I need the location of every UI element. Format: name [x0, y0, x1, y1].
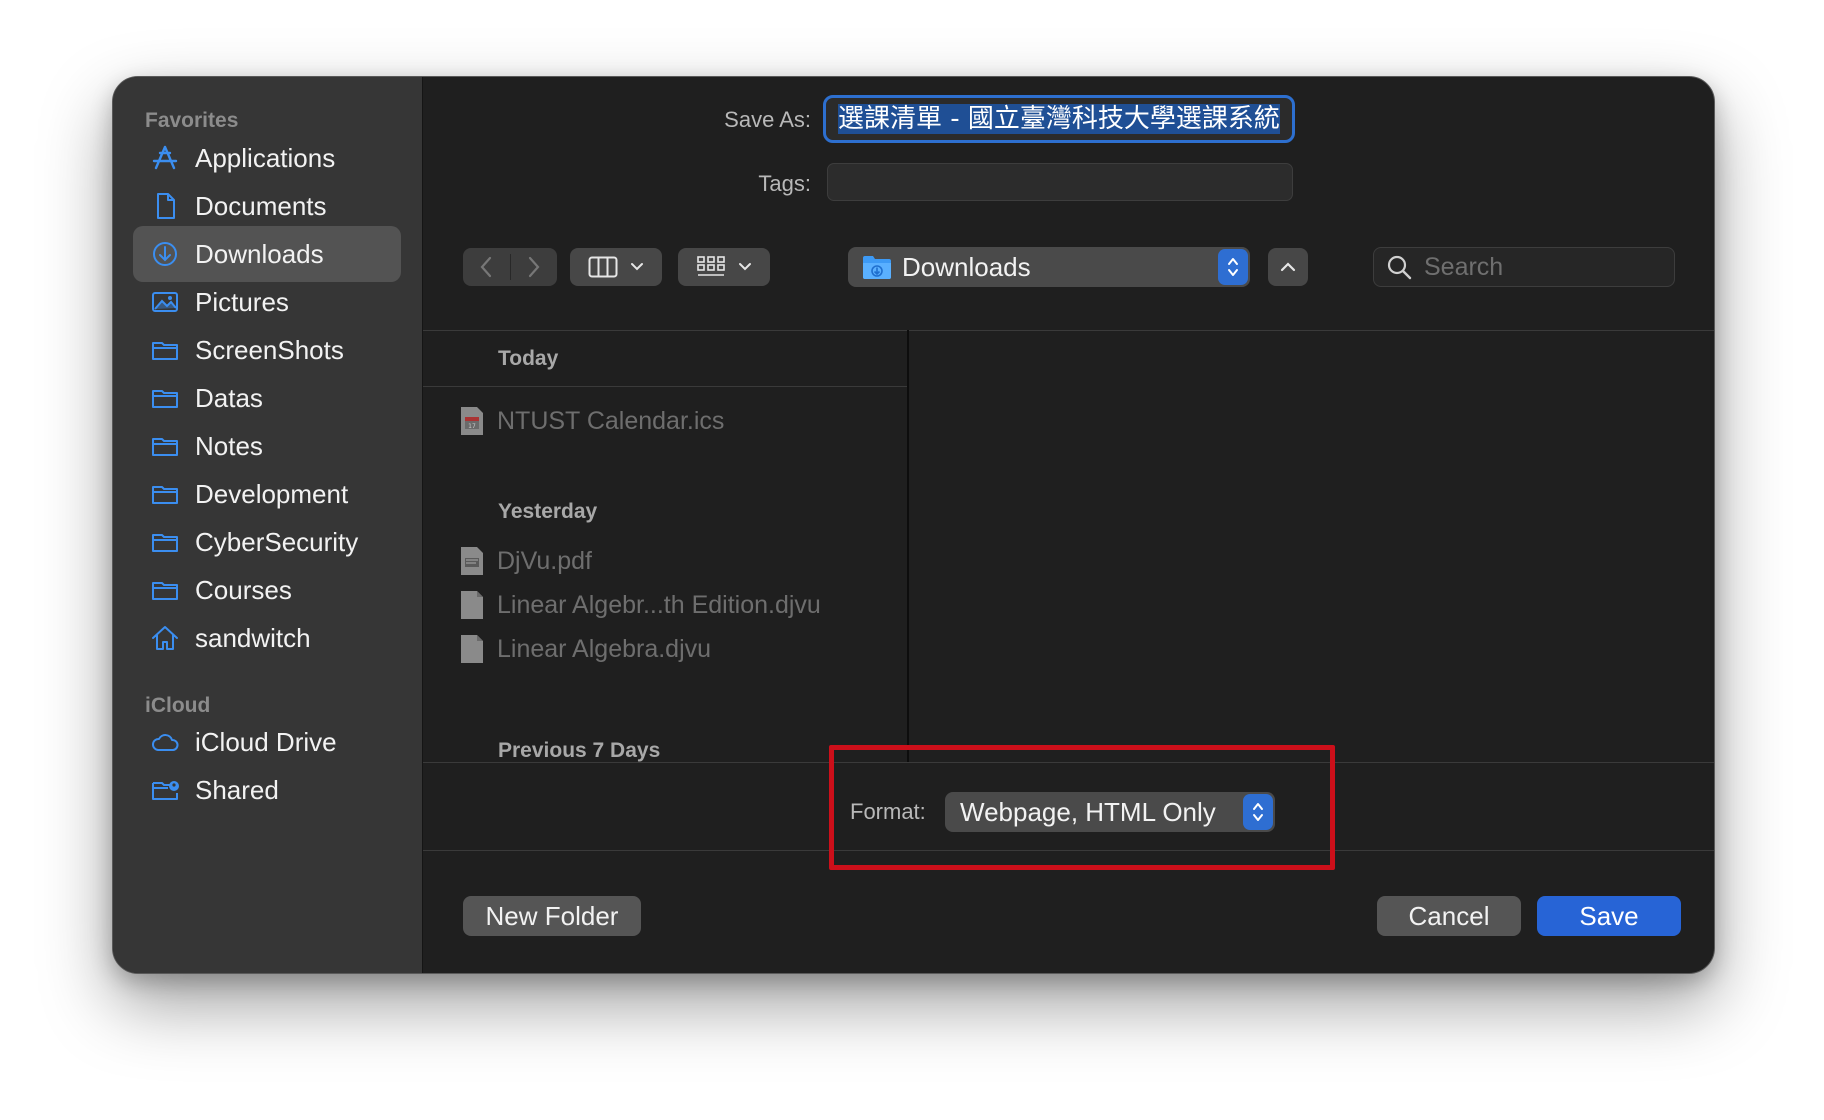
chevron-up-icon	[1280, 262, 1296, 272]
pdf-file-icon	[461, 547, 483, 575]
save-button[interactable]: Save	[1537, 896, 1681, 936]
format-label: Format:	[850, 799, 926, 824]
file-icon	[461, 591, 483, 619]
svg-text:17: 17	[468, 423, 476, 430]
cloud-icon	[148, 725, 182, 759]
shared-folder-icon	[148, 773, 182, 807]
collapse-button[interactable]	[1268, 248, 1308, 286]
chevron-left-icon	[480, 256, 492, 278]
file-name: Linear Algebr...th Edition.djvu	[497, 590, 821, 619]
location-popup[interactable]: Downloads	[848, 247, 1250, 287]
group-header-previous-7-days: Previous 7 Days	[498, 739, 661, 762]
file-name: NTUST Calendar.ics	[497, 406, 725, 435]
grid-icon	[697, 256, 725, 276]
file-row[interactable]: Linear Algebr...th Edition.djvu	[459, 587, 821, 623]
file-icon	[461, 635, 483, 663]
search-input[interactable]: Search	[1373, 247, 1675, 287]
pictures-icon	[148, 285, 182, 319]
tags-input[interactable]	[827, 163, 1293, 201]
chevron-down-icon	[631, 263, 643, 271]
location-label: Downloads	[902, 251, 1031, 282]
chevron-right-icon	[528, 256, 540, 278]
sidebar-item-label: CyberSecurity	[195, 526, 359, 557]
column-view-button[interactable]	[570, 248, 662, 286]
sidebar: Favorites Applications Documents Downloa…	[113, 77, 423, 973]
sidebar-item-label: Development	[195, 478, 349, 509]
format-divider	[423, 850, 1714, 851]
group-header-yesterday: Yesterday	[498, 500, 598, 523]
up-down-arrows-icon	[1253, 803, 1263, 821]
columns-icon	[588, 256, 618, 278]
cancel-button[interactable]: Cancel	[1377, 896, 1521, 936]
format-value: Webpage, HTML Only	[960, 796, 1216, 827]
sidebar-item-shared[interactable]: Shared	[133, 762, 401, 818]
file-row[interactable]: DjVu.pdf	[459, 543, 592, 579]
group-view-button[interactable]	[678, 248, 770, 286]
sidebar-item-label: Downloads	[195, 238, 324, 269]
folder-icon	[148, 573, 182, 607]
main-panel: Save As: 選課清單 - 國立臺灣科技大學選課系統 Tags: Downl…	[423, 77, 1714, 973]
file-row[interactable]: 17 NTUST Calendar.ics	[459, 403, 724, 439]
save-as-input[interactable]: 選課清單 - 國立臺灣科技大學選課系統	[823, 95, 1295, 143]
sidebar-item-label: sandwitch	[195, 622, 311, 653]
sidebar-item-label: Documents	[195, 190, 327, 221]
sidebar-item-label: Applications	[195, 142, 336, 173]
browser-bottom-divider	[423, 762, 1714, 763]
sidebar-item-label: ScreenShots	[195, 334, 344, 365]
format-stepper	[1243, 794, 1273, 830]
search-icon	[1387, 255, 1412, 280]
navigation-buttons	[463, 248, 557, 286]
sidebar-item-sandwitch[interactable]: sandwitch	[133, 610, 401, 666]
new-folder-button[interactable]: New Folder	[463, 896, 641, 936]
save-as-value: 選課清單 - 國立臺灣科技大學選課系統	[838, 104, 1280, 134]
chevron-down-icon	[739, 263, 751, 271]
format-popup[interactable]: Webpage, HTML Only	[945, 792, 1275, 832]
document-icon	[148, 189, 182, 223]
back-button[interactable]	[463, 248, 510, 286]
folder-icon	[148, 477, 182, 511]
applications-icon	[148, 141, 182, 175]
sidebar-item-label: Courses	[195, 574, 292, 605]
folder-icon	[148, 381, 182, 415]
downloads-folder-icon	[863, 256, 891, 279]
location-stepper	[1218, 249, 1248, 285]
home-icon	[148, 621, 182, 655]
save-as-label: Save As:	[724, 107, 811, 132]
tags-label: Tags:	[758, 171, 811, 196]
sidebar-item-label: Pictures	[195, 286, 289, 317]
folder-icon	[148, 429, 182, 463]
group-header-today: Today	[498, 347, 559, 370]
forward-button[interactable]	[511, 248, 558, 286]
up-down-arrows-icon	[1228, 258, 1238, 276]
save-dialog: Favorites Applications Documents Downloa…	[112, 76, 1715, 974]
file-name: Linear Algebra.djvu	[497, 634, 712, 663]
sidebar-item-label: Datas	[195, 382, 263, 413]
file-name: DjVu.pdf	[497, 546, 592, 575]
downloads-icon	[148, 237, 182, 271]
sidebar-item-label: Notes	[195, 430, 263, 461]
folder-icon	[148, 333, 182, 367]
sidebar-item-label: Shared	[195, 774, 279, 805]
search-placeholder: Search	[1424, 252, 1504, 281]
column-divider[interactable]	[907, 330, 909, 762]
group-divider	[423, 386, 907, 387]
toolbar-divider	[423, 330, 1714, 331]
file-row[interactable]: Linear Algebra.djvu	[459, 631, 711, 667]
calendar-file-icon: 17	[461, 407, 483, 435]
folder-icon	[148, 525, 182, 559]
sidebar-item-label: iCloud Drive	[195, 726, 337, 757]
